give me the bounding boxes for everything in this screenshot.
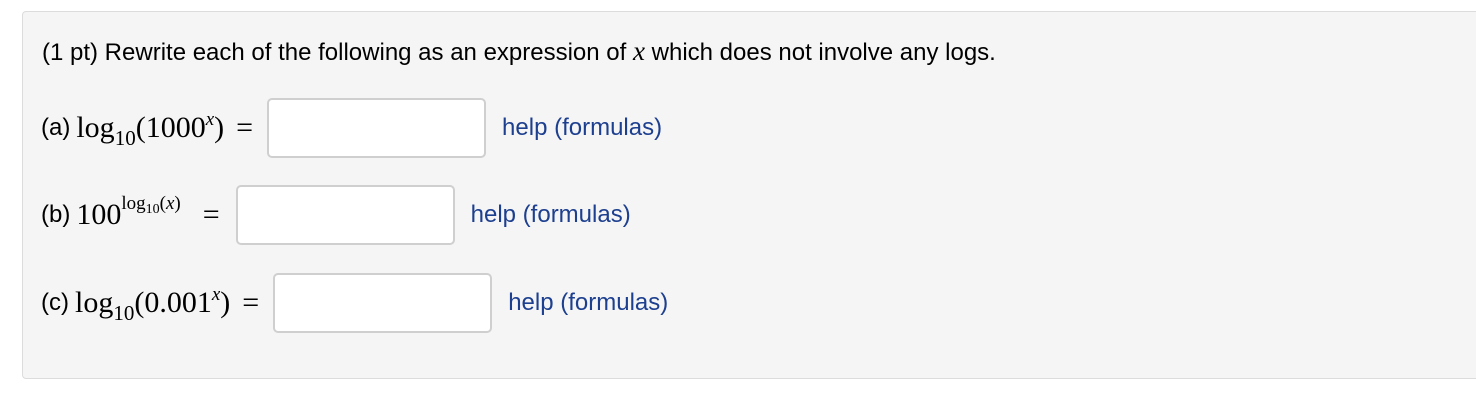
part-c-equals: = <box>242 286 260 319</box>
part-c-close-paren: ) <box>220 286 231 319</box>
part-c-exponent: x <box>211 284 221 305</box>
part-a-equals: = <box>236 111 254 144</box>
part-a-expression: log 10(1000 x) <box>76 109 225 150</box>
part-c-number: 0.001 <box>144 286 212 319</box>
part-b-number: 100 <box>76 198 122 231</box>
part-b-row: (b) 100 log 10(x) = help (formulas) <box>41 185 631 245</box>
statement-variable: x <box>632 36 645 66</box>
part-c-label: (c) <box>41 289 69 316</box>
part-b-equals: = <box>202 198 220 231</box>
part-a-answer-input[interactable] <box>267 98 487 158</box>
part-c-answer-input[interactable] <box>273 273 493 333</box>
part-c-base: 10 <box>113 301 135 325</box>
part-b-label: (b) <box>41 201 71 228</box>
part-a-exponent: x <box>205 109 215 130</box>
part-c-help-link[interactable]: help (formulas) <box>508 289 668 317</box>
part-a-help-link[interactable]: help (formulas) <box>502 114 662 142</box>
part-a-label: (a) <box>41 114 71 141</box>
part-c-row: (c) log 10(0.001 x) = help (formulas) <box>41 273 668 333</box>
problem-panel: (1 pt) Rewrite each of the following as … <box>22 11 1476 379</box>
part-a-base: 10 <box>114 126 136 150</box>
part-a-func: log <box>76 111 115 144</box>
statement-text-before: (1 pt) Rewrite each of the following as … <box>42 39 633 66</box>
part-a-close-paren: ) <box>214 111 225 144</box>
statement-text-after: which does not involve any logs. <box>644 39 996 66</box>
part-c-expression: log 10(0.001 x) <box>74 284 231 325</box>
part-b-exp-func: log <box>121 193 146 214</box>
part-a-row: (a) log 10(1000 x) = help (formulas) <box>41 98 662 158</box>
part-b-exp-arg: x <box>165 193 175 214</box>
part-b-exp-base: 10 <box>145 202 160 217</box>
part-c-open-paren: ( <box>134 286 145 319</box>
part-c-func: log <box>74 286 114 319</box>
part-b-answer-input[interactable] <box>235 185 455 245</box>
part-a-open-paren: ( <box>135 111 146 144</box>
part-a-number: 1000 <box>145 111 206 144</box>
part-b-exponent: log 10(x) <box>121 193 181 217</box>
part-b-help-link[interactable]: help (formulas) <box>471 201 631 229</box>
part-b-exp-close: ) <box>174 193 181 214</box>
problem-statement: (1 pt) Rewrite each of the following as … <box>42 36 996 67</box>
part-b-expression: 100 log 10(x) <box>76 193 180 232</box>
